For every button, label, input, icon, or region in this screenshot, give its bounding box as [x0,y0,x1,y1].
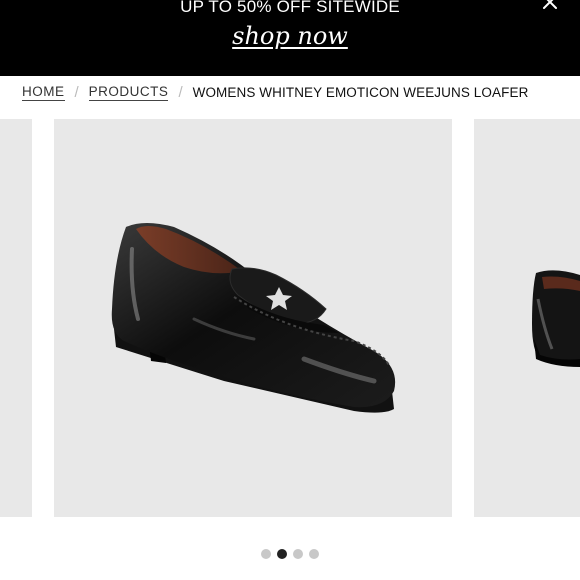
product-image [111,223,396,413]
carousel-dot-active[interactable] [277,549,287,559]
breadcrumb-current: WOMENS WHITNEY EMOTICON WEEJUNS LOAFER [192,84,529,100]
carousel-dot[interactable] [309,549,319,559]
carousel-dot[interactable] [293,549,303,559]
promo-text: UP TO 50% OFF SITEWIDE [180,0,400,16]
breadcrumb-separator: / [74,83,79,101]
close-icon [543,0,557,9]
gallery-slide-next[interactable] [474,119,580,517]
product-image-next [532,270,580,367]
breadcrumb-separator: / [178,83,183,101]
shop-now-link[interactable]: shop now [0,22,580,50]
gallery-slide-main[interactable] [54,119,452,517]
promo-banner: UP TO 50% OFF SITEWIDE shop now [0,0,580,76]
carousel-dots [0,549,580,559]
breadcrumb-home[interactable]: HOME [22,84,65,101]
gallery-slide-previous[interactable] [0,119,32,517]
carousel-dot[interactable] [261,549,271,559]
breadcrumb-products[interactable]: PRODUCTS [88,84,169,101]
breadcrumb: HOME / PRODUCTS / WOMENS WHITNEY EMOTICO… [22,80,528,104]
close-button[interactable] [542,0,558,10]
